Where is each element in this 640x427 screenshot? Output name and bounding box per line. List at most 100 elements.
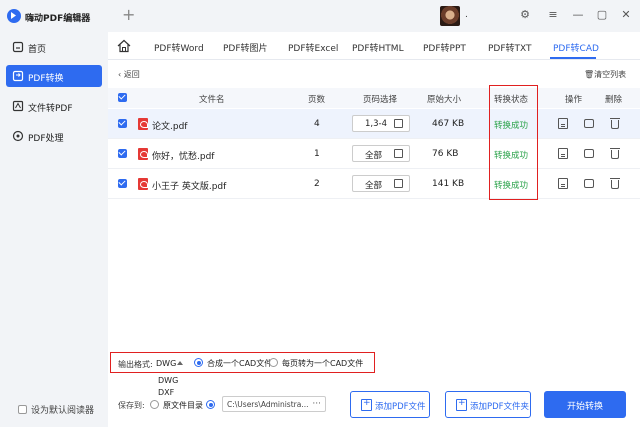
start-convert-button[interactable]: 开始转换 (544, 391, 626, 418)
custom-dir-radio[interactable] (206, 400, 215, 409)
app-logo-icon (7, 9, 21, 23)
page-range-button[interactable]: 全部 (352, 175, 410, 192)
edit-icon (394, 179, 403, 188)
file-name: 你好，忧愁.pdf (152, 152, 215, 162)
home-tab-icon[interactable] (116, 38, 132, 54)
save-to-label: 保存到: (118, 401, 145, 410)
pdf-file-icon (138, 148, 148, 160)
back-button[interactable]: ‹ 返回 (118, 69, 140, 80)
username: . (465, 10, 468, 20)
header-filename: 文件名 (199, 95, 225, 105)
file-name: 论文.pdf (152, 122, 188, 132)
add-pdf-file-label: 添加PDF文件 (375, 402, 426, 412)
tab-pdf-to-cad[interactable]: PDF转CAD (553, 41, 599, 54)
clear-list-button[interactable]: 🗑清空列表 (584, 69, 626, 80)
page-range-value: 全部 (365, 181, 383, 191)
menu-icon[interactable]: ≡ (546, 8, 560, 22)
sidebar-item-home[interactable]: 首页 (6, 36, 102, 58)
open-file-icon[interactable] (558, 178, 568, 189)
convert-icon (12, 70, 24, 82)
open-folder-icon[interactable] (584, 149, 594, 158)
file-to-pdf-icon (12, 100, 24, 112)
maximize-button[interactable]: ▢ (595, 8, 609, 22)
table-header: 文件名 页数 页码选择 原始大小 转换状态 操作 删除 (108, 88, 640, 108)
tab-pdf-to-excel[interactable]: PDF转Excel (288, 41, 338, 54)
sidebar-item-label: 首页 (28, 45, 47, 55)
open-file-icon[interactable] (558, 118, 568, 129)
tab-pdf-to-ppt[interactable]: PDF转PPT (423, 41, 466, 54)
page-count: 2 (314, 179, 320, 189)
main-panel: PDF转Word PDF转图片 PDF转Excel PDF转HTML PDF转P… (108, 32, 640, 427)
add-pdf-folder-label: 添加PDF文件夹 (470, 402, 530, 412)
row-checkbox[interactable] (118, 179, 127, 188)
sidebar-item-label: PDF转换 (28, 74, 64, 84)
header-size: 原始大小 (427, 95, 462, 105)
source-dir-label: 原文件目录 (163, 401, 203, 410)
open-file-icon[interactable] (558, 148, 568, 159)
sidebar-item-pdf-process[interactable]: PDF处理 (6, 125, 102, 147)
header-delete: 删除 (605, 95, 623, 105)
table-row[interactable]: 小王子 英文版.pdf 2 全部 141 KB 转换成功 (108, 169, 640, 199)
sidebar-item-label: PDF处理 (28, 134, 64, 144)
minimize-button[interactable]: — (571, 8, 585, 22)
row-checkbox[interactable] (118, 119, 127, 128)
new-tab-button[interactable]: + (122, 5, 135, 24)
format-option-dxf[interactable]: DXF (158, 388, 174, 397)
file-size: 467 KB (432, 119, 465, 129)
save-path-field[interactable]: C:\Users\Administra... ··· (222, 396, 326, 412)
pdf-file-icon (138, 178, 148, 190)
header-page-select: 页码选择 (363, 95, 398, 105)
page-range-button[interactable]: 1,3-4 (352, 115, 410, 132)
page-range-value: 全部 (365, 151, 383, 161)
table-row[interactable]: 论文.pdf 4 1,3-4 467 KB 转换成功 (108, 109, 640, 139)
format-highlight-box (110, 352, 375, 373)
row-checkbox[interactable] (118, 149, 127, 158)
header-actions: 操作 (565, 95, 583, 105)
sidebar-item-file-to-pdf[interactable]: 文件转PDF (6, 95, 102, 117)
back-label: 返回 (123, 70, 140, 79)
page-range-value: 1,3-4 (365, 119, 387, 129)
tab-bar: PDF转Word PDF转图片 PDF转Excel PDF转HTML PDF转P… (108, 32, 640, 60)
format-option-dwg[interactable]: DWG (158, 376, 178, 385)
default-reader-checkbox[interactable]: 设为默认阅读器 (18, 403, 94, 416)
pdf-file-icon (138, 118, 148, 130)
tab-pdf-to-image[interactable]: PDF转图片 (223, 41, 268, 54)
delete-icon[interactable] (610, 178, 620, 189)
tab-pdf-to-txt[interactable]: PDF转TXT (488, 41, 532, 54)
add-pdf-folder-button[interactable]: 添加PDF文件夹 (445, 391, 531, 418)
select-all-checkbox[interactable] (118, 93, 127, 102)
add-pdf-file-button[interactable]: 添加PDF文件 (350, 391, 430, 418)
file-size: 76 KB (432, 149, 459, 159)
page-range-button[interactable]: 全部 (352, 145, 410, 162)
delete-icon[interactable] (610, 118, 620, 129)
default-reader-label: 设为默认阅读器 (31, 406, 95, 416)
title-bar: 嗨动PDF编辑器 + . ⚙ ≡ — ▢ ✕ (0, 0, 640, 32)
edit-icon (394, 119, 403, 128)
tab-pdf-to-word[interactable]: PDF转Word (154, 41, 204, 54)
checkbox-icon (18, 405, 27, 414)
close-button[interactable]: ✕ (619, 8, 633, 22)
tab-pdf-to-html[interactable]: PDF转HTML (352, 41, 404, 54)
browse-button[interactable]: ··· (312, 399, 321, 409)
table-row[interactable]: 你好，忧愁.pdf 1 全部 76 KB 转换成功 (108, 139, 640, 169)
file-size: 141 KB (432, 179, 465, 189)
header-pages: 页数 (308, 95, 326, 105)
pdf-process-icon (12, 130, 24, 142)
sidebar-item-pdf-convert[interactable]: PDF转换 (6, 65, 102, 87)
sidebar: 首页 PDF转换 文件转PDF PDF处理 设为默认阅读器 (0, 32, 108, 427)
add-file-icon (361, 398, 372, 411)
delete-icon[interactable] (610, 148, 620, 159)
open-folder-icon[interactable] (584, 179, 594, 188)
edit-icon (394, 149, 403, 158)
settings-icon[interactable]: ⚙ (518, 8, 532, 22)
home-icon (12, 41, 24, 53)
source-dir-radio[interactable] (150, 400, 159, 409)
page-count: 4 (314, 119, 320, 129)
add-folder-icon (456, 398, 467, 411)
avatar[interactable] (440, 6, 460, 26)
clear-list-label: 清空列表 (594, 70, 627, 79)
status-highlight-box (489, 85, 538, 200)
app-title: 嗨动PDF编辑器 (25, 14, 91, 24)
sidebar-item-label: 文件转PDF (28, 104, 73, 114)
open-folder-icon[interactable] (584, 119, 594, 128)
